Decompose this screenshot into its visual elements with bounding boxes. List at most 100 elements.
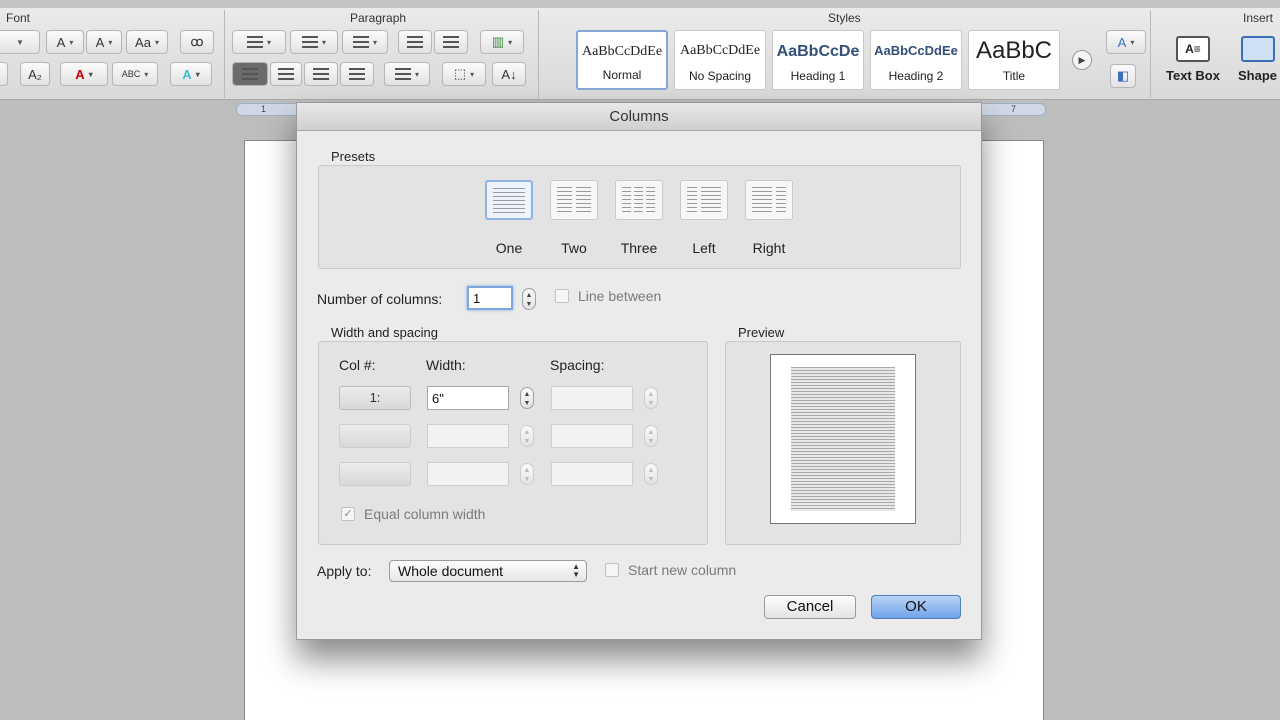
group-divider <box>538 10 539 98</box>
equal-width-label: Equal column width <box>364 506 486 522</box>
group-divider <box>224 10 225 98</box>
superscript-button[interactable]: A₂ <box>20 62 50 86</box>
clear-formatting-button[interactable]: ꝏ <box>180 30 214 54</box>
style-sample: AaBbCcDdEe <box>874 43 958 58</box>
multilevel-list-icon <box>352 36 369 48</box>
col-3-width-stepper[interactable]: ▲ ▼ <box>520 463 534 485</box>
preset-left-icon <box>701 187 721 213</box>
styles-next-button[interactable]: ▶ <box>1072 50 1092 70</box>
styles-pane-button[interactable]: ◧ <box>1110 64 1136 88</box>
grow-font-button[interactable]: A ▾ <box>46 30 84 54</box>
col-2-width-stepper[interactable]: ▲ ▼ <box>520 425 534 447</box>
shrink-font-icon: A <box>95 34 105 50</box>
line-spacing-button[interactable]: ▾ <box>384 62 430 86</box>
justify-icon <box>349 68 365 80</box>
preset-one[interactable] <box>485 180 533 220</box>
text-box-icon: A≡ <box>1175 36 1210 62</box>
style-heading-2[interactable]: AaBbCcDdEe Heading 2 <box>870 30 962 90</box>
col-2-spacing-stepper[interactable]: ▲ ▼ <box>644 425 658 447</box>
select-arrows-icon: ▲ ▼ <box>572 562 580 579</box>
shape-button[interactable]: Shape <box>1238 36 1277 83</box>
align-right-button[interactable] <box>304 62 338 86</box>
num-columns-stepper[interactable]: ▲ ▼ <box>522 288 536 310</box>
num-columns-input[interactable] <box>467 286 513 310</box>
preset-three[interactable] <box>615 180 663 220</box>
style-title[interactable]: AaBbC Title <box>968 30 1060 90</box>
justify-button[interactable] <box>340 62 374 86</box>
style-no-spacing[interactable]: AaBbCcDdEe No Spacing <box>674 30 766 90</box>
cancel-button[interactable]: Cancel <box>764 595 856 619</box>
col-number <box>339 424 411 448</box>
style-sample: AaBbCcDdEe <box>581 44 663 59</box>
increase-indent-icon <box>443 36 459 48</box>
decrease-indent-button[interactable] <box>398 30 432 54</box>
ruler-mark: 7 <box>1011 104 1017 114</box>
col-3-spacing-input[interactable] <box>551 462 633 486</box>
preset-right-icon <box>752 187 772 213</box>
numbering-button[interactable]: ▾ <box>290 30 338 54</box>
highlight-button[interactable]: ABC ▾ <box>112 62 158 86</box>
preset-label: Left <box>692 240 716 256</box>
col-2-width-input[interactable] <box>427 424 509 448</box>
preset-label: Three <box>620 240 658 256</box>
preset-right[interactable] <box>745 180 793 220</box>
columns-icon: ▥ <box>491 34 505 49</box>
col-1-spacing-input[interactable] <box>551 386 633 410</box>
subscript-button[interactable] <box>0 62 8 86</box>
line-between-checkbox[interactable] <box>555 289 569 303</box>
decrease-indent-icon <box>407 36 423 48</box>
play-icon: ▶ <box>1078 54 1086 65</box>
font-size-select[interactable]: ▼ <box>0 30 40 54</box>
align-center-button[interactable] <box>270 62 302 86</box>
columns-button[interactable]: ▥ ▾ <box>480 30 524 54</box>
sort-icon: A↓ <box>501 66 517 82</box>
start-new-column-label: Start new column <box>628 562 737 578</box>
style-sample: AaBbCcDe <box>776 43 860 60</box>
font-color-button[interactable]: A ▾ <box>60 62 108 86</box>
sort-button[interactable]: A↓ <box>492 62 526 86</box>
col-1-spacing-stepper[interactable]: ▲ ▼ <box>644 387 658 409</box>
text-box-button[interactable]: A≡ Text Box <box>1166 36 1220 83</box>
align-left-icon <box>242 68 258 80</box>
group-divider <box>1150 10 1151 98</box>
clear-formatting-icon: ꝏ <box>190 34 204 49</box>
change-case-icon: Aa <box>135 34 151 50</box>
text-effects-button[interactable]: A ▾ <box>170 62 212 86</box>
col-2-spacing-input[interactable] <box>551 424 633 448</box>
font-color-icon: A <box>75 66 85 82</box>
start-new-column-checkbox[interactable] <box>605 563 619 577</box>
align-center-icon <box>278 68 294 80</box>
bullets-button[interactable]: ▾ <box>232 30 286 54</box>
equal-width-checkbox[interactable]: ✓ <box>341 507 355 521</box>
shrink-font-button[interactable]: A ▾ <box>86 30 122 54</box>
preset-label: Two <box>561 240 587 256</box>
style-normal[interactable]: AaBbCcDdEe Normal <box>576 30 668 90</box>
col-3-spacing-stepper[interactable]: ▲ ▼ <box>644 463 658 485</box>
apply-to-select[interactable]: Whole document ▲ ▼ <box>389 560 587 582</box>
col-1-width-input[interactable] <box>427 386 509 410</box>
col-3-width-input[interactable] <box>427 462 509 486</box>
borders-button[interactable]: ⬚ ▾ <box>442 62 486 86</box>
multilevel-list-button[interactable]: ▾ <box>342 30 388 54</box>
change-case-button[interactable]: Aa ▾ <box>126 30 168 54</box>
col-1-width-stepper[interactable]: ▲ ▼ <box>520 387 534 409</box>
align-right-icon <box>313 68 329 80</box>
text-effects-icon: A <box>182 66 192 82</box>
increase-indent-button[interactable] <box>434 30 468 54</box>
col-number <box>339 462 411 486</box>
manage-styles-button[interactable]: A ▾ <box>1106 30 1146 54</box>
font-group-label: Font <box>6 11 31 25</box>
style-name: Heading 2 <box>888 69 944 83</box>
presets-well: One Two Three Left Right <box>318 165 961 269</box>
spacing-header: Spacing: <box>550 357 605 373</box>
preset-left[interactable] <box>680 180 728 220</box>
styles-group-label: Styles <box>828 11 861 25</box>
preset-label: Right <box>752 240 786 256</box>
styles-icon: A <box>1117 34 1127 50</box>
preset-two[interactable] <box>550 180 598 220</box>
highlight-icon: ABC <box>121 69 141 79</box>
ok-button[interactable]: OK <box>871 595 961 619</box>
width-spacing-title: Width and spacing <box>331 325 438 340</box>
align-left-button[interactable] <box>232 62 268 86</box>
style-heading-1[interactable]: AaBbCcDe Heading 1 <box>772 30 864 90</box>
